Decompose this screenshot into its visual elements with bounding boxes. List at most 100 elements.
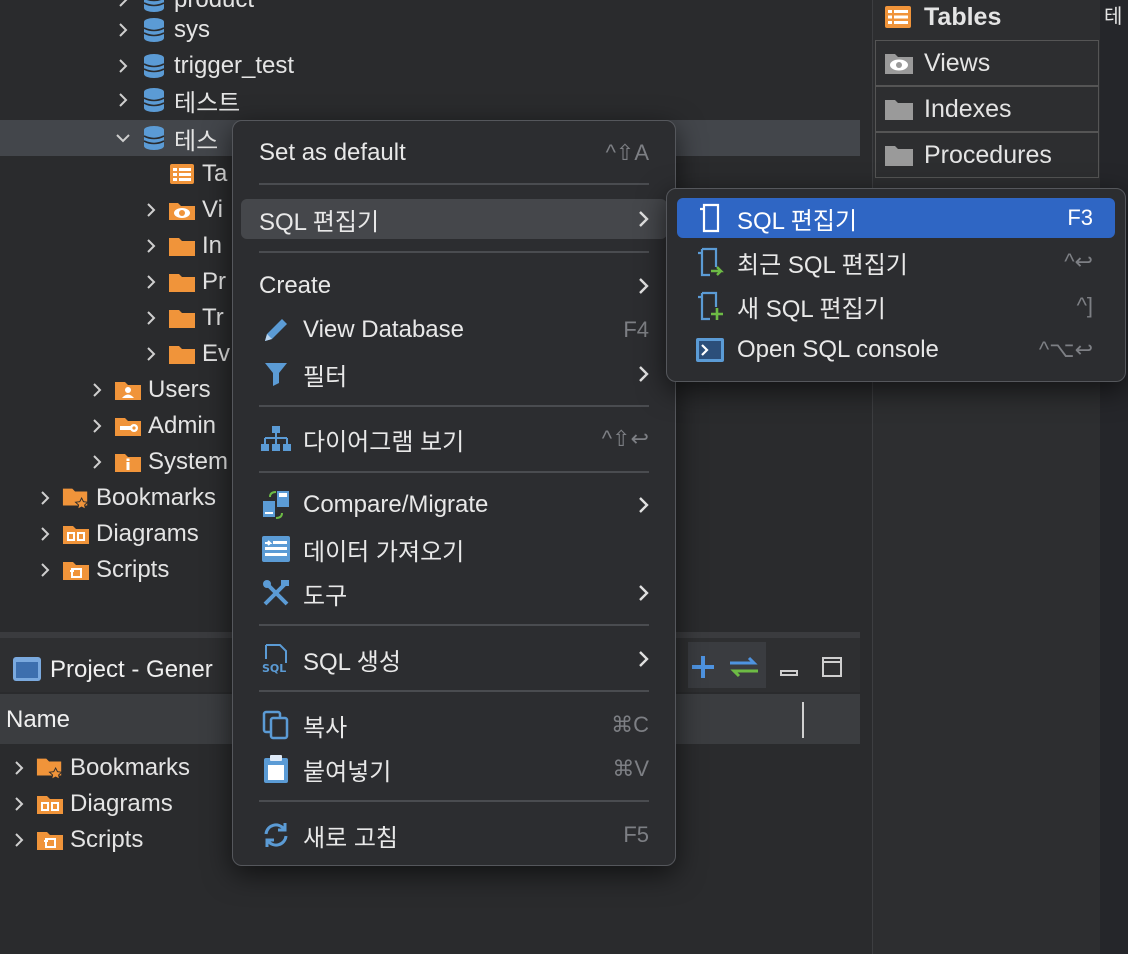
tree-item-administer[interactable]: Admin: [86, 408, 216, 444]
tree-item-trigger-test[interactable]: trigger_test: [112, 48, 294, 84]
tree-item-indexes[interactable]: In: [140, 228, 222, 264]
tree-item-label: Tr: [202, 304, 224, 331]
menu-item-copy[interactable]: 복사 ⌘C: [241, 705, 667, 745]
menu-item-tools[interactable]: 도구: [241, 573, 667, 613]
info-folder-icon: [114, 449, 142, 475]
menu-item-filter[interactable]: 필터: [241, 354, 667, 394]
project-window-icon: [12, 656, 42, 689]
menu-item-paste[interactable]: 붙여넣기 ⌘V: [241, 749, 667, 789]
menu-item-sql-editor[interactable]: SQL 편집기: [241, 199, 667, 239]
tree-item-sys[interactable]: sys: [112, 12, 210, 48]
tree-item-system-info[interactable]: System: [86, 444, 228, 480]
submenu-arrow-icon: [637, 277, 649, 295]
submenu-arrow-icon: [637, 496, 649, 514]
folder-icon: [884, 143, 914, 167]
tree-item-selected-db[interactable]: 테스: [112, 120, 218, 156]
menu-separator: [259, 690, 649, 692]
tree-item-views[interactable]: Vi: [140, 192, 223, 228]
tab-label: Procedures: [924, 140, 1052, 169]
menu-item-label: 복사: [303, 714, 348, 742]
menu-item-label: 데이터 가져오기: [303, 538, 465, 566]
tree-item-triggers[interactable]: Tr: [140, 300, 224, 336]
column-header-name[interactable]: Name: [6, 706, 70, 734]
chevron-right-icon[interactable]: [8, 831, 30, 849]
tree-item-label: 테스트: [174, 89, 241, 117]
menu-item-label: 도구: [303, 582, 348, 610]
chevron-right-icon[interactable]: [140, 273, 162, 291]
chevron-right-icon[interactable]: [34, 525, 56, 543]
tree-item-procedures[interactable]: Pr: [140, 264, 226, 300]
tab-tables[interactable]: Tables: [875, 0, 1099, 40]
chevron-right-icon[interactable]: [112, 21, 134, 39]
menu-item-refresh[interactable]: 새로 고침 F5: [241, 815, 667, 855]
tab-indexes[interactable]: Indexes: [875, 86, 1099, 132]
submenu-item-label: 새 SQL 편집기: [737, 295, 886, 323]
chevron-right-icon[interactable]: [140, 237, 162, 255]
minimize-icon[interactable]: [780, 658, 798, 686]
chevron-right-icon[interactable]: [86, 453, 108, 471]
menu-separator: [259, 183, 649, 185]
new-sql-editor-icon: [693, 291, 727, 321]
tree-item-label: Bookmarks: [96, 484, 217, 511]
chevron-right-icon[interactable]: [86, 417, 108, 435]
tree-item-diagrams[interactable]: Diagrams: [34, 516, 199, 552]
scripts-icon: [36, 827, 64, 853]
chevron-right-icon[interactable]: [140, 201, 162, 219]
chevron-right-icon[interactable]: [34, 489, 56, 507]
tree-item-label: Users: [148, 376, 211, 403]
menu-item-label: 새로 고침: [303, 824, 398, 852]
submenu-item-recent-sql-editor[interactable]: 최근 SQL 편집기 ^↩: [677, 242, 1115, 282]
tab-procedures[interactable]: Procedures: [875, 132, 1099, 178]
project-item-bookmarks[interactable]: Bookmarks: [8, 750, 190, 786]
chevron-right-icon[interactable]: [8, 795, 30, 813]
submenu-item-label: Open SQL console: [737, 336, 939, 363]
chevron-right-icon[interactable]: [8, 759, 30, 777]
tab-views[interactable]: Views: [875, 40, 1099, 86]
tree-item-bookmarks[interactable]: Bookmarks: [34, 480, 216, 516]
menu-item-compare-migrate[interactable]: Compare/Migrate: [241, 485, 667, 525]
chevron-right-icon[interactable]: [140, 309, 162, 327]
menu-separator: [259, 471, 649, 473]
editor-tab-label[interactable]: 테: [1104, 0, 1122, 29]
chevron-right-icon[interactable]: [112, 57, 134, 75]
submenu-item-open-sql-console[interactable]: Open SQL console ^⌥↩: [677, 330, 1115, 370]
menu-item-label: View Database: [303, 316, 464, 343]
chevron-right-icon[interactable]: [112, 91, 134, 109]
project-panel-title[interactable]: Project - Gener: [50, 656, 213, 684]
project-item-diagrams[interactable]: Diagrams: [8, 786, 173, 822]
menu-item-generate-sql[interactable]: SQL SQL 생성: [241, 639, 667, 679]
menu-item-set-as-default[interactable]: Set as default ^⇧A: [241, 133, 667, 173]
tree-item-scripts[interactable]: Scripts: [34, 552, 169, 588]
menu-item-view-database[interactable]: View Database F4: [241, 310, 667, 350]
column-resize-handle[interactable]: [802, 702, 804, 738]
chevron-right-icon[interactable]: [34, 561, 56, 579]
chevron-right-icon[interactable]: [140, 345, 162, 363]
menu-item-view-diagram[interactable]: 다이어그램 보기 ^⇧↩: [241, 419, 667, 459]
tree-item-test-db[interactable]: 테스트: [112, 82, 240, 118]
menu-item-create[interactable]: Create: [241, 266, 667, 306]
chevron-right-icon[interactable]: [112, 0, 134, 9]
chevron-down-icon[interactable]: [112, 132, 134, 144]
menu-item-shortcut: ⌘C: [611, 712, 649, 737]
menu-item-label: 붙여넣기: [303, 758, 392, 786]
submenu-item-sql-editor[interactable]: SQL 편집기 F3: [677, 198, 1115, 238]
menu-item-import-data[interactable]: 데이터 가져오기: [241, 529, 667, 569]
tree-item-tables[interactable]: Ta: [140, 156, 227, 192]
menu-item-label: Compare/Migrate: [303, 491, 489, 518]
submenu-item-new-sql-editor[interactable]: 새 SQL 편집기 ^]: [677, 286, 1115, 326]
folder-icon: [168, 233, 196, 259]
link-editor-icon[interactable]: [728, 656, 760, 685]
tree-item-users[interactable]: Users: [86, 372, 211, 408]
tree-item-label: Scripts: [70, 826, 144, 853]
folder-icon: [168, 341, 196, 367]
maximize-icon[interactable]: [822, 656, 842, 684]
project-item-scripts[interactable]: Scripts: [8, 822, 143, 858]
tree-item-events[interactable]: Ev: [140, 336, 230, 372]
chevron-right-icon[interactable]: [86, 381, 108, 399]
add-icon[interactable]: [690, 654, 716, 687]
tree-item-label: 테스: [174, 127, 219, 155]
menu-item-label: 필터: [303, 363, 348, 391]
tree-item-label: trigger_test: [174, 52, 295, 79]
menu-separator: [259, 800, 649, 802]
tree-item-label: Admin: [148, 412, 217, 439]
